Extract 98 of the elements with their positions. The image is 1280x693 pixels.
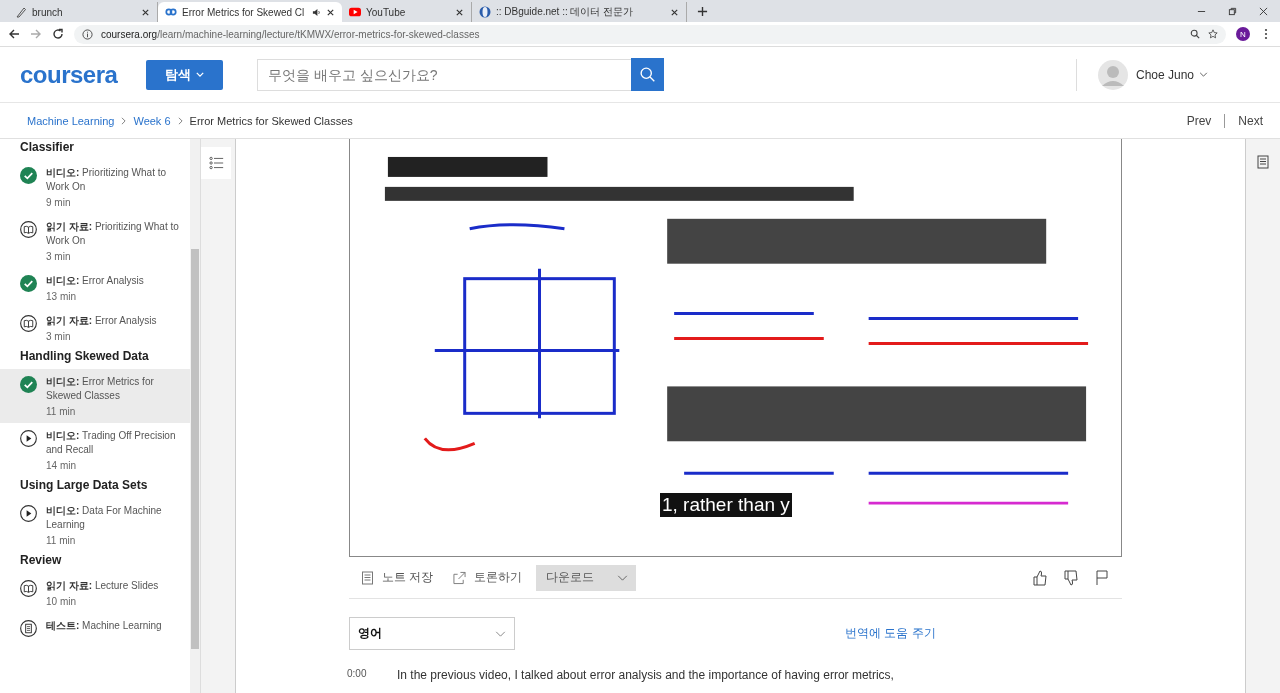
reload-icon[interactable]	[52, 28, 64, 40]
search-button[interactable]	[631, 58, 664, 91]
tab-title: YouTube	[366, 6, 407, 18]
thumbs-down-icon[interactable]	[1063, 569, 1079, 586]
chevron-icon[interactable]	[1199, 72, 1209, 77]
coursera-logo-icon	[165, 6, 177, 18]
chevron-icon	[196, 72, 204, 77]
lesson-duration: 14 min	[46, 460, 77, 471]
lesson-item[interactable]: 비디오: Trading Off Precision and Recall 14 min	[0, 423, 190, 477]
lesson-title: 비디오: Error Analysis	[46, 274, 144, 288]
book-icon	[20, 315, 37, 332]
lesson-item[interactable]: 테스트: Machine Learning	[0, 613, 190, 643]
lesson-duration: 3 min	[46, 251, 72, 262]
zoom-icon[interactable]	[1190, 29, 1200, 39]
scrollbar[interactable]	[190, 139, 200, 693]
close-icon[interactable]	[326, 7, 335, 17]
user-menu[interactable]: Choe Juno	[1136, 67, 1195, 82]
transcript-text[interactable]: In the previous video, I talked about error analysis and the importance of having error metrics,	[397, 668, 894, 682]
avatar-icon	[1098, 59, 1128, 90]
save-note-button[interactable]: 노트 저장	[361, 569, 434, 586]
section-heading: Using Large Data Sets	[19, 477, 149, 494]
video-caption: 1, rather than y	[660, 493, 792, 517]
section-heading: Handling Skewed Data	[19, 348, 150, 365]
lesson-duration: 11 min	[46, 535, 77, 546]
play-icon	[20, 430, 37, 447]
globe-icon	[479, 6, 491, 18]
lesson-item[interactable]: 비디오: Data For Machine Learning 11 min	[0, 498, 190, 552]
section-heading: Classifier	[19, 139, 76, 156]
info-icon	[82, 28, 93, 40]
lesson-item[interactable]: 비디오: Error Analysis 13 min	[0, 268, 190, 308]
book-icon	[20, 221, 37, 238]
tab-title: :: DBguide.net :: 데이터 전문가	[496, 5, 635, 19]
language-dropdown[interactable]: 영어	[349, 617, 515, 650]
address-bar[interactable]: coursera.org/learn/machine-learning/lecture/tKMWX/error-metrics-for-skewed-classes	[74, 24, 1226, 44]
search-field[interactable]: 무엇을 배우고 싶으신가요?	[257, 58, 631, 91]
book-icon	[20, 580, 37, 597]
next-link[interactable]: Next	[1238, 113, 1263, 128]
back-icon[interactable]	[8, 28, 20, 40]
breadcrumb-link[interactable]: Machine Learning	[27, 114, 115, 127]
lesson-item[interactable]: 읽기 자료: Lecture Slides 10 min	[0, 573, 190, 613]
lesson-duration: 13 min	[46, 291, 77, 302]
lesson-title: 읽기 자료: Prioritizing What to Work On	[46, 220, 180, 248]
close-icon[interactable]	[1259, 7, 1268, 16]
lesson-duration: 10 min	[46, 596, 77, 607]
close-icon[interactable]	[141, 7, 150, 17]
thumbs-up-icon[interactable]	[1032, 569, 1048, 586]
lesson-duration: 9 min	[46, 197, 72, 208]
external-link-icon	[453, 570, 467, 585]
flag-icon[interactable]	[1094, 569, 1110, 586]
profile-avatar[interactable]: N	[1236, 27, 1250, 41]
lesson-title: 테스트: Machine Learning	[46, 619, 162, 633]
play-icon	[20, 505, 37, 522]
restore-icon[interactable]	[1228, 7, 1237, 16]
close-icon[interactable]	[670, 7, 679, 17]
new-tab-icon[interactable]	[697, 6, 708, 17]
lesson-duration: 3 min	[46, 331, 72, 342]
timestamp[interactable]: 0:00	[347, 668, 397, 682]
check-icon	[20, 376, 37, 393]
lesson-item[interactable]: 비디오: Error Metrics for Skewed Classes 11 min	[0, 369, 190, 423]
breadcrumb-current: Error Metrics for Skewed Classes	[189, 114, 353, 127]
chevron-icon	[495, 630, 506, 637]
lesson-item[interactable]: 읽기 자료: Error Analysis 3 min	[0, 308, 190, 348]
note-icon	[361, 570, 374, 585]
check-icon	[20, 275, 37, 292]
prev-link[interactable]: Prev	[1186, 113, 1212, 128]
url-text: coursera.org/learn/machine-learning/lecture/tKMWX/error-metrics-for-skewed-classes	[101, 28, 481, 40]
discuss-button[interactable]: 토론하기	[453, 569, 523, 586]
youtube-icon	[349, 6, 361, 18]
breadcrumb-link[interactable]: Week 6	[133, 114, 171, 127]
tab-title: brunch	[32, 6, 64, 18]
lesson-title: 비디오: Prioritizing What to Work On	[46, 166, 168, 194]
chevron-icon	[177, 116, 183, 125]
pen-icon	[15, 6, 27, 18]
lesson-title: 비디오: Error Metrics for Skewed Classes	[46, 375, 155, 403]
lesson-title: 비디오: Data For Machine Learning	[46, 504, 163, 532]
outline-button[interactable]	[201, 147, 231, 179]
section-heading: Review	[19, 552, 63, 569]
document-icon	[20, 620, 37, 637]
lesson-duration: 11 min	[46, 406, 77, 417]
browser-tab[interactable]: Error Metrics for Skewed Cl	[158, 2, 342, 22]
check-icon	[20, 167, 37, 184]
lesson-title: 읽기 자료: Lecture Slides	[46, 579, 159, 593]
download-dropdown[interactable]: 다운로드	[536, 564, 637, 591]
lesson-item[interactable]: 읽기 자료: Prioritizing What to Work On 3 min	[0, 214, 190, 268]
chevron-icon	[617, 574, 629, 581]
search-icon	[639, 66, 656, 83]
list-icon	[208, 156, 224, 170]
lesson-title: 읽기 자료: Error Analysis	[46, 314, 157, 328]
lesson-item[interactable]: 비디오: Prioritizing What to Work On 9 min	[0, 160, 190, 214]
chevron-icon	[121, 116, 127, 125]
close-icon[interactable]	[455, 7, 464, 17]
lesson-title: 비디오: Trading Off Precision and Recall	[46, 429, 177, 457]
star-icon[interactable]	[1208, 29, 1218, 39]
explore-button[interactable]: 탐색	[146, 59, 223, 90]
tab-title: Error Metrics for Skewed Cl	[182, 6, 306, 18]
help-translate-link[interactable]: 번역에 도움 주기	[845, 625, 936, 642]
coursera-logo[interactable]: coursera	[20, 60, 146, 89]
transcript-icon[interactable]	[1257, 155, 1269, 169]
